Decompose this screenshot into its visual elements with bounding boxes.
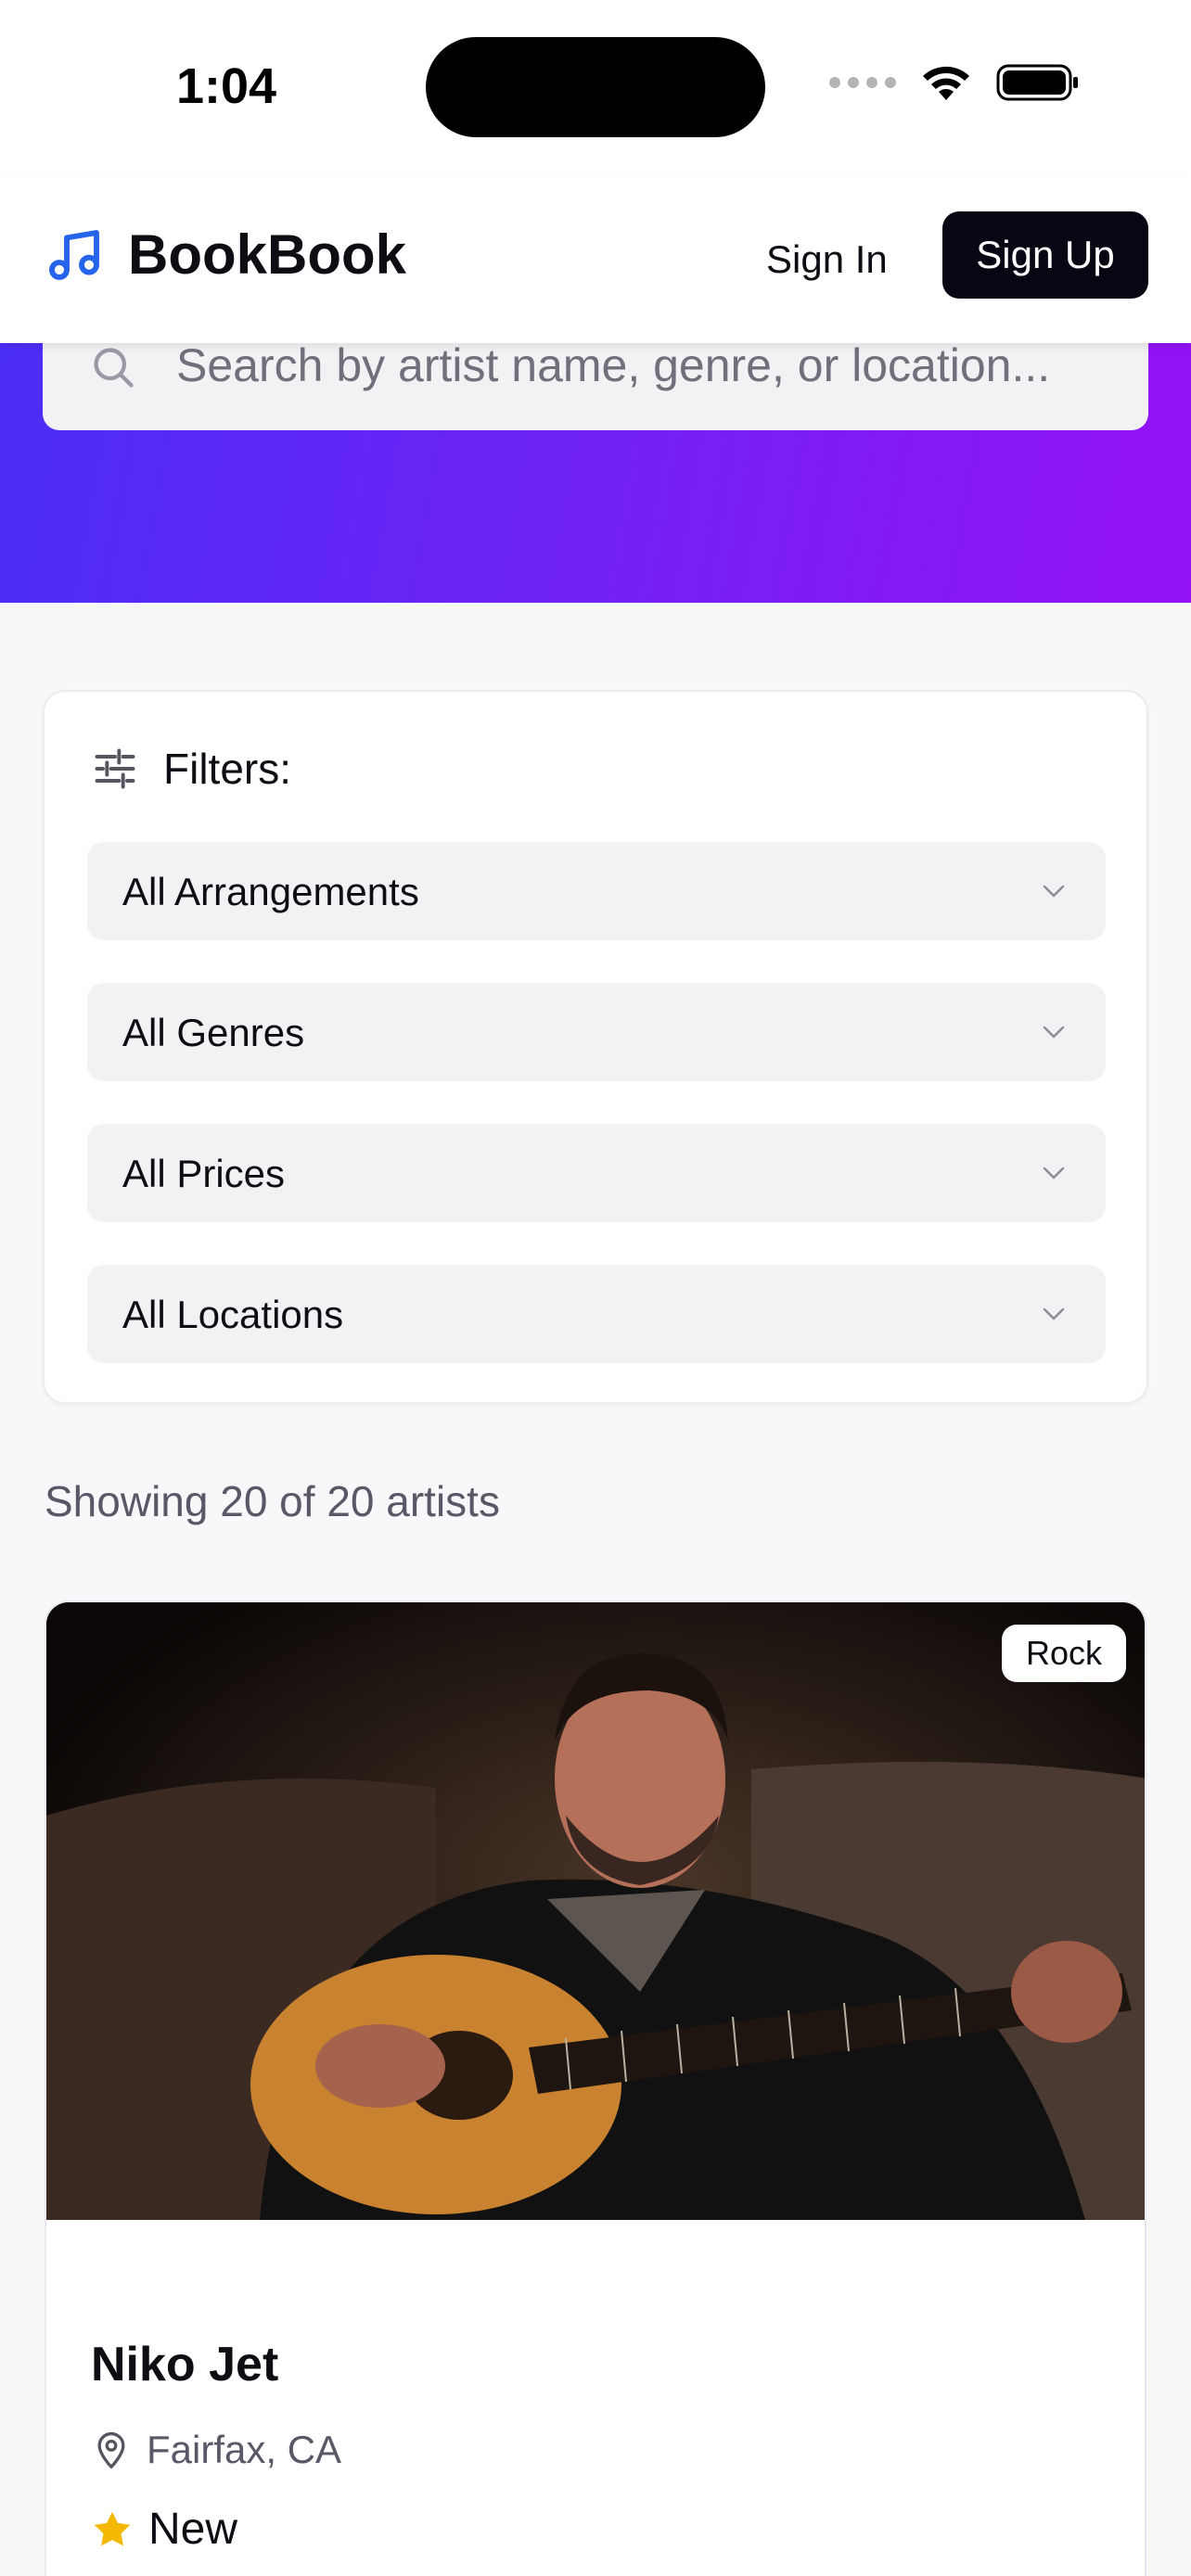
results-count: Showing 20 of 20 artists: [45, 1477, 500, 1525]
artist-card[interactable]: Rock Niko Jet Fairfax, CA New: [45, 1600, 1146, 2576]
genre-badge: Rock: [1001, 1625, 1126, 1682]
search-icon: [94, 348, 134, 388]
arrangement-select[interactable]: All Arrangements: [87, 842, 1106, 940]
select-value: All Locations: [122, 1293, 344, 1336]
sliders-icon: [95, 748, 135, 789]
guitarist-photo-illustration: [46, 1602, 1145, 2220]
star-icon: [94, 2511, 131, 2545]
status-time: 1:04: [176, 58, 277, 114]
select-value: All Arrangements: [122, 870, 419, 913]
brand-name: BookBook: [128, 223, 406, 286]
chevron-down-icon: [1043, 885, 1065, 898]
filters-header: Filters:: [91, 744, 291, 794]
chevron-down-icon: [1043, 1167, 1065, 1180]
cellular-signal-icon: [829, 77, 896, 88]
dynamic-island: [426, 37, 765, 137]
battery-icon: [996, 64, 1078, 101]
price-select[interactable]: All Prices: [87, 1124, 1106, 1222]
artist-photo: Rock: [46, 1602, 1145, 2220]
location-text: Fairfax, CA: [147, 2428, 342, 2471]
chevron-down-icon: [1043, 1026, 1065, 1039]
search-placeholder: Search by artist name, genre, or locatio…: [176, 339, 1051, 391]
brand-logo[interactable]: BookBook: [45, 223, 406, 287]
status-icons: [829, 63, 1080, 102]
artist-name[interactable]: Niko Jet: [91, 2337, 278, 2392]
genre-select[interactable]: All Genres: [87, 983, 1106, 1081]
select-value: All Prices: [122, 1152, 286, 1195]
select-value: All Genres: [122, 1011, 305, 1054]
status-bar: 1:04: [0, 0, 1191, 176]
rating-text: New: [148, 2505, 238, 2554]
artist-rating: New: [91, 2504, 237, 2555]
map-pin-icon: [97, 2431, 125, 2468]
chevron-down-icon: [1043, 1307, 1065, 1320]
app-header: BookBook Sign In Sign Up: [0, 176, 1191, 343]
sign-in-button[interactable]: Sign In: [742, 228, 912, 291]
sign-up-button[interactable]: Sign Up: [942, 211, 1148, 299]
location-select[interactable]: All Locations: [87, 1265, 1106, 1363]
wifi-icon: [923, 66, 969, 100]
filters-panel: Filters: All Arrangements All Genres All…: [43, 690, 1148, 1404]
music-note-icon: [49, 229, 99, 280]
artist-location: Fairfax, CA: [91, 2428, 341, 2472]
filters-label: Filters:: [163, 745, 291, 793]
